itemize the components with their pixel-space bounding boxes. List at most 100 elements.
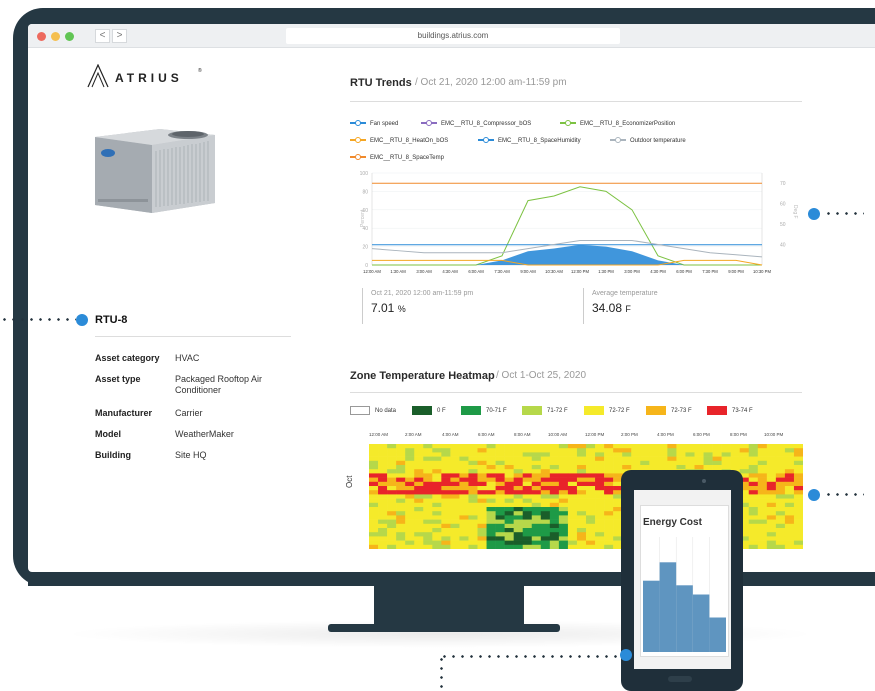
heatmap-cell <box>766 456 777 462</box>
heatmap-cell <box>477 532 487 537</box>
heatmap-cell <box>540 477 551 483</box>
legend-label: Fan speed <box>370 121 399 127</box>
heatmap-cell <box>513 448 524 453</box>
connector-dots-left <box>0 318 76 321</box>
heat-time-label: 12:00 PM <box>585 432 605 437</box>
heatmap-cell <box>513 444 524 449</box>
heatmap-cell <box>694 460 704 466</box>
heatmap-cell <box>495 481 505 487</box>
heatmap-cell <box>468 519 478 525</box>
stat-energy: Oct 21, 2020 12:00 am-11:59 pm 7.01 % <box>362 288 562 324</box>
heatmap-cell <box>531 540 542 546</box>
heat-time-label: 2:00 PM <box>621 432 638 437</box>
heatmap-cell <box>748 515 759 520</box>
heatmap-cell <box>495 536 505 541</box>
heatmap-cell <box>721 448 731 453</box>
heatmap-cell <box>531 448 542 453</box>
heatmap-cell <box>793 515 803 520</box>
heatmap-cell <box>459 511 469 516</box>
heatmap-cell <box>432 469 442 474</box>
heatmap-cell <box>468 528 478 533</box>
stat-energy-label: Oct 21, 2020 12:00 am-11:59 pm <box>371 290 474 297</box>
heatmap-cell <box>748 456 759 462</box>
heat-legend-71-72: 71-72 F <box>522 406 568 416</box>
heatmap-cell <box>703 448 713 453</box>
heat-swatch <box>707 406 727 415</box>
heatmap-cell <box>468 486 478 491</box>
maximize-dot[interactable] <box>65 32 74 41</box>
heatmap-cell <box>378 515 388 520</box>
heatmap-cell <box>531 536 542 541</box>
heatmap-cell <box>757 473 768 478</box>
heatmap-cell <box>378 473 388 478</box>
heatmap-cell <box>576 523 587 529</box>
minimize-dot[interactable] <box>51 32 60 41</box>
heatmap-cell <box>793 456 803 462</box>
x-tick-label: 12:00 PM <box>571 269 589 274</box>
home-button[interactable] <box>668 676 692 682</box>
url-bar[interactable]: buildings.atrius.com <box>286 28 620 44</box>
legend-fan-speed[interactable]: Fan speed <box>350 119 398 129</box>
heatmap-cell <box>477 477 487 483</box>
heatmap-cell <box>477 507 487 512</box>
heat-legend-label: No data <box>375 408 397 415</box>
heatmap-cell <box>613 456 623 462</box>
energy-bar <box>676 585 693 652</box>
heatmap-cell <box>369 519 379 525</box>
heatmap-cell <box>766 452 777 457</box>
heatmap-cell <box>567 528 578 533</box>
heatmap-cell <box>513 507 524 512</box>
legend-label: EMC__RTU_8_SpaceHumidity <box>498 138 581 144</box>
heatmap-cell <box>721 456 731 462</box>
back-button[interactable]: < <box>95 29 110 43</box>
heatmap-cell <box>459 519 469 525</box>
close-dot[interactable] <box>37 32 46 41</box>
legend-space-humidity[interactable]: EMC__RTU_8_SpaceHumidity <box>478 136 581 146</box>
heatmap-cell <box>432 523 442 529</box>
legend-outdoor-temp[interactable]: Outdoor temperature <box>610 136 686 146</box>
heatmap-cell <box>540 486 551 491</box>
heatmap-cell <box>495 486 505 491</box>
heatmap-cell <box>432 465 442 470</box>
heatmap-cell <box>495 460 505 466</box>
heatmap-cell <box>604 473 614 478</box>
y-tick-right: 70 <box>780 181 786 187</box>
heatmap-cell <box>558 523 569 529</box>
heatmap-cell <box>757 507 768 512</box>
heatmap-cell <box>504 532 514 537</box>
heatmap-cell <box>558 540 569 546</box>
heatmap-cell <box>378 511 388 516</box>
heatmap-cell <box>423 502 433 508</box>
heatmap-cell <box>595 465 605 470</box>
heatmap-cell <box>784 469 795 474</box>
legend-space-temp[interactable]: EMC__RTU_8_SpaceTemp <box>350 153 444 163</box>
heatmap-cell <box>793 511 803 516</box>
heatmap-cell <box>748 528 759 533</box>
heatmap-cell <box>748 448 759 453</box>
legend-compressor[interactable]: EMC__RTU_8_Compressor_bOS <box>421 119 531 129</box>
heatmap-cell <box>757 465 768 470</box>
heatmap-cell <box>405 481 415 487</box>
heatmap-cell <box>396 444 406 449</box>
heatmap-cell <box>414 523 424 529</box>
heatmap-cell <box>414 532 424 537</box>
legend-economizer[interactable]: EMC__RTU_8_EconomizerPosition <box>560 119 675 129</box>
heatmap-cell <box>459 490 469 495</box>
heatmap-cell <box>558 460 569 466</box>
legend-heat-on[interactable]: EMC__RTU_8_HeatOn_bOS <box>350 136 448 146</box>
heatmap-cell <box>739 452 750 457</box>
heatmap-cell <box>450 536 460 541</box>
heatmap-cell <box>793 544 803 549</box>
heatmap-cell <box>459 502 469 508</box>
heatmap-cell <box>549 502 560 508</box>
heatmap-cell <box>405 456 415 462</box>
heatmap-cell <box>604 486 614 491</box>
heatmap-cell <box>567 444 578 449</box>
heatmap-cell <box>486 477 496 483</box>
heatmap-cell <box>522 452 533 457</box>
forward-button[interactable]: > <box>112 29 127 43</box>
heatmap-cell <box>685 465 695 470</box>
stat-avg-temp: Average temperature 34.08 F <box>583 288 783 324</box>
heatmap-cell <box>486 465 496 470</box>
y-tick-right: 50 <box>780 222 786 228</box>
